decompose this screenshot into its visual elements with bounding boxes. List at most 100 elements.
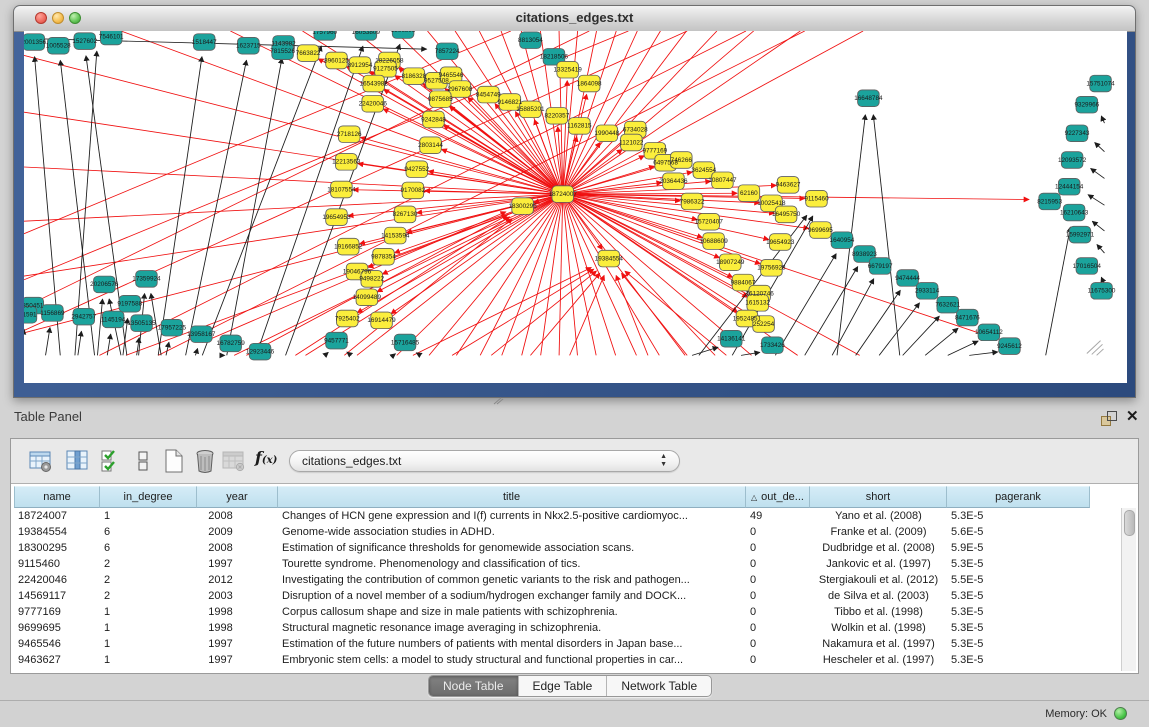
vertical-scrollbar[interactable] [1121, 508, 1136, 671]
table-cell[interactable]: 9777169 [14, 604, 100, 620]
table-cell[interactable]: Changes of HCN gene expression and I(f) … [278, 508, 746, 524]
column-checklist-button[interactable] [99, 448, 125, 474]
network-canvas[interactable]: 2001356100552815276027546101151844716237… [24, 31, 1127, 383]
table-cell[interactable]: 5.3E-5 [947, 508, 1090, 524]
table-cell[interactable]: 19384554 [14, 524, 100, 540]
table-cell[interactable]: Tourette syndrome. Phenomenology and cla… [278, 556, 746, 572]
table-cell[interactable]: 0 [746, 620, 810, 636]
table-selector-combobox[interactable]: citations_edges.txt ▲▼ [289, 450, 680, 472]
table-row[interactable]: 1872400712008Changes of HCN gene express… [14, 508, 1121, 524]
table-cell[interactable]: 49 [746, 508, 810, 524]
column-header-short[interactable]: short [810, 486, 947, 508]
table-cell[interactable]: Dudbridge et al. (2008) [810, 540, 947, 556]
table-cell[interactable]: Investigating the contribution of common… [278, 572, 746, 588]
table-cell[interactable]: Estimation of significance thresholds fo… [278, 540, 746, 556]
table-cell[interactable]: Wolkin et al. (1998) [810, 620, 947, 636]
table-row[interactable]: 911546021997Tourette syndrome. Phenomeno… [14, 556, 1121, 572]
table-cell[interactable]: 5.3E-5 [947, 620, 1090, 636]
table-row[interactable]: 946362711997Embryonic stem cells: a mode… [14, 652, 1121, 668]
tab-network-table[interactable]: Network Table [607, 676, 711, 696]
table-cell[interactable]: 2 [100, 572, 197, 588]
table-cell[interactable]: 5.5E-5 [947, 572, 1090, 588]
table-row[interactable]: 1938455462009Genome-wide association stu… [14, 524, 1121, 540]
table-cell[interactable]: 9699695 [14, 620, 100, 636]
table-cell[interactable]: 0 [746, 540, 810, 556]
table-cell[interactable]: 5.3E-5 [947, 588, 1090, 604]
table-row[interactable]: 969969511998Structural magnetic resonanc… [14, 620, 1121, 636]
table-cell[interactable]: 1998 [197, 620, 278, 636]
table-cell[interactable]: 1 [100, 652, 197, 668]
tab-edge-table[interactable]: Edge Table [519, 676, 608, 696]
table-cell[interactable]: 0 [746, 652, 810, 668]
network-view-window[interactable]: citations_edges.txt 20013561005528152760… [13, 5, 1136, 398]
table-cell[interactable]: 5.9E-5 [947, 540, 1090, 556]
column-header-year[interactable]: year [197, 486, 278, 508]
column-header-name[interactable]: name [14, 486, 100, 508]
table-cell[interactable]: 0 [746, 636, 810, 652]
table-cell[interactable]: 5.3E-5 [947, 556, 1090, 572]
column-header-title[interactable]: title [278, 486, 746, 508]
column-header-pagerank[interactable]: pagerank [947, 486, 1090, 508]
table-cell[interactable]: Franke et al. (2009) [810, 524, 947, 540]
table-cell[interactable]: 18300295 [14, 540, 100, 556]
table-row[interactable]: 1830029562008Estimation of significance … [14, 540, 1121, 556]
row-stack-button[interactable] [131, 448, 157, 474]
table-cell[interactable]: Disruption of a novel member of a sodium… [278, 588, 746, 604]
window-titlebar[interactable]: citations_edges.txt [14, 6, 1135, 32]
table-row[interactable]: 2242004622012Investigating the contribut… [14, 572, 1121, 588]
table-cell[interactable]: 1997 [197, 636, 278, 652]
resize-grip-icon[interactable] [1092, 344, 1103, 354]
column-header-out_de[interactable]: △out_de... [746, 486, 810, 508]
table-cell[interactable]: 0 [746, 604, 810, 620]
table-cell[interactable]: 18724007 [14, 508, 100, 524]
table-cell[interactable]: 9115460 [14, 556, 100, 572]
table-cell[interactable]: 6 [100, 540, 197, 556]
table-cell[interactable]: Estimation of the future numbers of pati… [278, 636, 746, 652]
table-cell[interactable]: 1 [100, 636, 197, 652]
resize-grip-icon[interactable] [1097, 349, 1104, 355]
table-cell[interactable]: Corpus callosum shape and size in male p… [278, 604, 746, 620]
split-divider-grip[interactable] [492, 397, 504, 405]
table-cell[interactable]: 14569117 [14, 588, 100, 604]
table-cell[interactable]: 1997 [197, 652, 278, 668]
table-cell[interactable]: 1 [100, 508, 197, 524]
table-cell[interactable]: 1 [100, 604, 197, 620]
function-builder-button[interactable]: f(x) [255, 448, 289, 474]
table-row[interactable]: 977716911998Corpus callosum shape and si… [14, 604, 1121, 620]
column-visibility-button[interactable] [65, 448, 91, 474]
table-cell[interactable]: Stergiakouli et al. (2012) [810, 572, 947, 588]
table-cell[interactable]: 0 [746, 524, 810, 540]
table-cell[interactable]: 5.3E-5 [947, 636, 1090, 652]
table-cell[interactable]: Structural magnetic resonance image aver… [278, 620, 746, 636]
table-cell[interactable]: 1 [100, 620, 197, 636]
table-cell[interactable]: 2008 [197, 540, 278, 556]
table-cell[interactable]: 5.3E-5 [947, 652, 1090, 668]
table-cell[interactable]: Jankovic et al. (1997) [810, 556, 947, 572]
delete-column-button[interactable] [192, 448, 218, 474]
table-cell[interactable]: 9465546 [14, 636, 100, 652]
table-cell[interactable]: Embryonic stem cells: a model to study s… [278, 652, 746, 668]
table-row[interactable]: 1456911722003Disruption of a novel membe… [14, 588, 1121, 604]
table-cell[interactable]: 0 [746, 572, 810, 588]
table-cell[interactable]: 1998 [197, 604, 278, 620]
table-cell[interactable]: 6 [100, 524, 197, 540]
table-cell[interactable]: 5.6E-5 [947, 524, 1090, 540]
table-cell[interactable]: 2009 [197, 524, 278, 540]
table-cell[interactable]: 2012 [197, 572, 278, 588]
table-cell[interactable]: 22420046 [14, 572, 100, 588]
table-cell[interactable]: 2 [100, 556, 197, 572]
resize-grip-icon[interactable] [1087, 341, 1101, 354]
table-cell[interactable]: 0 [746, 556, 810, 572]
table-cell[interactable]: Yano et al. (2008) [810, 508, 947, 524]
table-cell[interactable]: 2008 [197, 508, 278, 524]
table-cell[interactable]: 9463627 [14, 652, 100, 668]
delete-table-button[interactable] [221, 448, 247, 474]
table-cell[interactable]: 2 [100, 588, 197, 604]
table-cell[interactable]: 1997 [197, 556, 278, 572]
table-cell[interactable]: Hescheler et al. (1997) [810, 652, 947, 668]
table-settings-button[interactable] [28, 448, 54, 474]
table-cell[interactable]: 0 [746, 588, 810, 604]
table-cell[interactable]: Genome-wide association studies in ADHD. [278, 524, 746, 540]
scrollbar-thumb[interactable] [1124, 510, 1135, 536]
table-row[interactable]: 946554611997Estimation of the future num… [14, 636, 1121, 652]
